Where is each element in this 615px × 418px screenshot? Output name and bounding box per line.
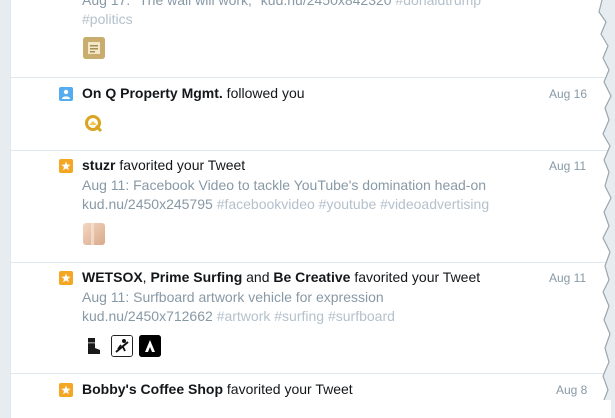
avatar[interactable]: [83, 113, 105, 135]
star-icon: [59, 383, 73, 397]
avatar-prime-surfing[interactable]: [111, 335, 133, 357]
star-icon: [59, 271, 73, 285]
notification-headline: Bobby's Coffee Shop favorited your Tweet: [82, 381, 353, 397]
hashtag-link[interactable]: #artwork: [217, 308, 271, 324]
avatar-be-creative[interactable]: [139, 335, 161, 357]
tweet-text-line2[interactable]: kud.nu/2450x712662 #artwork #surfing #su…: [82, 307, 395, 326]
avatar[interactable]: [83, 37, 105, 59]
hashtag-link[interactable]: #surfing: [274, 308, 324, 324]
tweet-text-line2[interactable]: kud.nu/2450x245795 #facebookvideo #youtu…: [82, 195, 489, 214]
actor-link[interactable]: Prime Surfing: [150, 269, 242, 285]
tweet-text[interactable]: Aug 11: Facebook Video to tackle YouTube…: [82, 176, 486, 195]
notification-item[interactable]: stuzr favorited your Tweet Aug 11 Aug 11…: [11, 150, 611, 263]
person-icon: [59, 87, 73, 101]
tweet-text-line2[interactable]: #politics: [82, 10, 133, 29]
tweet-text[interactable]: Aug 11: Surfboard artwork vehicle for ex…: [82, 288, 384, 307]
notifications-panel: Aug 17: "The wall will work," kud.nu/245…: [10, 0, 611, 418]
actor-link[interactable]: stuzr: [82, 157, 115, 173]
hashtag-link[interactable]: #donaldtrump: [395, 0, 481, 8]
hashtag-link[interactable]: #facebookvideo: [217, 196, 315, 212]
actor-link[interactable]: On Q Property Mgmt.: [82, 85, 223, 101]
notification-item[interactable]: On Q Property Mgmt. followed you Aug 16: [11, 77, 611, 151]
torn-edge-decoration: [598, 0, 615, 400]
notification-headline: WETSOX, Prime Surfing and Be Creative fa…: [82, 269, 481, 285]
hashtag-link[interactable]: #surfboard: [328, 308, 395, 324]
actor-link[interactable]: WETSOX: [82, 269, 143, 285]
actor-link[interactable]: Be Creative: [273, 269, 350, 285]
hashtag-link[interactable]: #youtube: [319, 196, 377, 212]
notification-item[interactable]: Bobby's Coffee Shop favorited your Tweet…: [11, 373, 611, 418]
tweet-text[interactable]: Aug 17: "The wall will work," kud.nu/245…: [82, 0, 481, 10]
notification-item[interactable]: WETSOX, Prime Surfing and Be Creative fa…: [11, 262, 611, 374]
actor-link[interactable]: Bobby's Coffee Shop: [82, 381, 223, 397]
notification-headline: stuzr favorited your Tweet: [82, 157, 246, 173]
notification-headline: On Q Property Mgmt. followed you: [82, 85, 305, 101]
avatar[interactable]: [83, 223, 105, 245]
notification-item[interactable]: Aug 17: "The wall will work," kud.nu/245…: [11, 0, 611, 78]
hashtag-link[interactable]: #politics: [82, 11, 133, 27]
star-icon: [59, 159, 73, 173]
hashtag-link[interactable]: #videoadvertising: [380, 196, 489, 212]
avatar-wetsox[interactable]: [83, 335, 105, 357]
